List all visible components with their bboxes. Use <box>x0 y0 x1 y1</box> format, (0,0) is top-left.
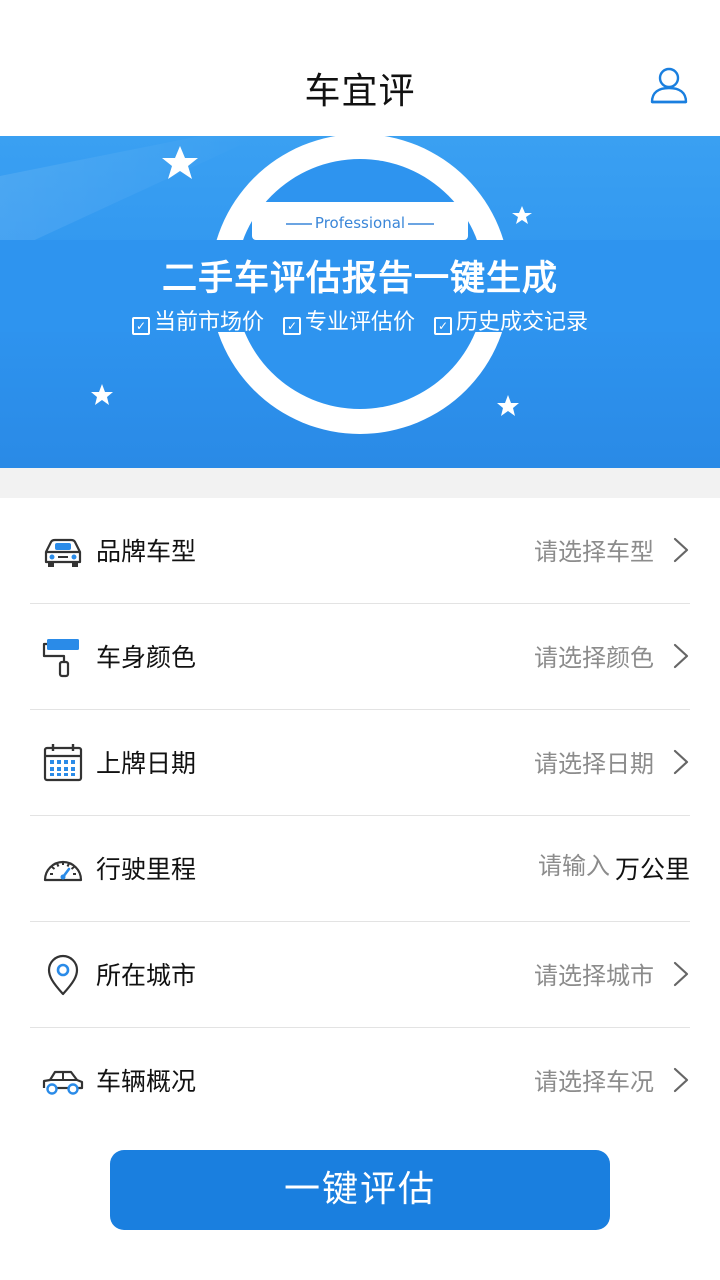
car-side-icon <box>42 1060 84 1102</box>
chevron-right-icon <box>673 749 689 775</box>
app-header: 车宜评 <box>0 0 720 136</box>
city-value: 请选择城市 <box>534 962 654 990</box>
registration-date-value: 请选择日期 <box>534 750 654 778</box>
location-pin-icon <box>42 954 84 996</box>
evaluation-form: 品牌车型 请选择车型 车身颜色 请选择颜色 上牌日期 请选择日期 行驶里程 请输… <box>0 498 720 1133</box>
banner-feature: ✓ 当前市场价 <box>131 304 264 336</box>
row-label: 行驶里程 <box>96 855 197 884</box>
row-label: 车身颜色 <box>96 643 197 672</box>
registration-date-row[interactable]: 上牌日期 请选择日期 <box>30 710 690 816</box>
section-gap <box>0 468 720 498</box>
evaluate-button[interactable]: 一键评估 <box>110 1150 610 1230</box>
mileage-input[interactable] <box>460 844 610 888</box>
promo-banner[interactable]: Professional 二手车评估报告一键生成 ✓ 当前市场价 ✓ 专业评估价 ✓… <box>0 136 720 468</box>
banner-tag: Professional <box>314 214 406 232</box>
checkbox-icon: ✓ <box>434 317 452 335</box>
chevron-right-icon <box>673 961 689 987</box>
mileage-row: 行驶里程 万公里 <box>30 816 690 922</box>
mileage-unit: 万公里 <box>614 855 690 884</box>
user-icon[interactable] <box>646 64 692 110</box>
checkbox-icon: ✓ <box>131 317 150 335</box>
vehicle-condition-value: 请选择车况 <box>534 1068 654 1096</box>
chevron-right-icon <box>673 1067 689 1093</box>
banner-features: ✓ 当前市场价 ✓ 专业评估价 ✓ 历史成交记录 <box>0 304 720 336</box>
chevron-right-icon <box>673 643 689 669</box>
brand-model-value: 请选择车型 <box>534 538 654 566</box>
row-label: 所在城市 <box>96 961 197 990</box>
body-color-value: 请选择颜色 <box>534 644 654 672</box>
chevron-right-icon <box>673 537 689 563</box>
brand-model-row[interactable]: 品牌车型 请选择车型 <box>30 498 690 604</box>
row-label: 品牌车型 <box>96 537 197 566</box>
banner-feature: ✓ 历史成交记录 <box>434 304 588 336</box>
city-row[interactable]: 所在城市 请选择城市 <box>30 922 690 1028</box>
banner-feature: ✓ 专业评估价 <box>282 304 415 336</box>
vehicle-condition-row[interactable]: 车辆概况 请选择车况 <box>30 1028 690 1133</box>
calendar-icon <box>42 742 84 784</box>
paint-roller-icon <box>42 636 84 678</box>
page-title: 车宜评 <box>304 71 416 112</box>
speedometer-icon <box>42 848 84 890</box>
row-label: 车辆概况 <box>96 1067 197 1096</box>
car-front-icon <box>42 530 84 572</box>
banner-headline: 二手车评估报告一键生成 <box>161 259 558 299</box>
checkbox-icon: ✓ <box>282 317 301 335</box>
row-label: 上牌日期 <box>96 749 197 778</box>
body-color-row[interactable]: 车身颜色 请选择颜色 <box>30 604 690 710</box>
